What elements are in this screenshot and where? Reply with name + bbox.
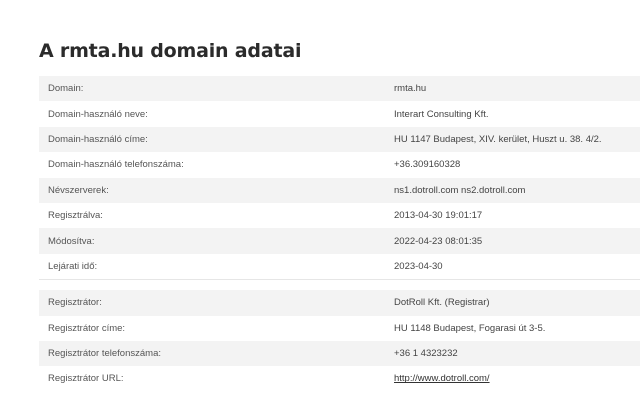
row-value: HU 1147 Budapest, XIV. kerület, Huszt u.…: [394, 133, 602, 145]
row-value: rmta.hu: [394, 83, 427, 95]
row-value: 2023-04-30: [394, 260, 443, 272]
table-row-registrar-address: Regisztrátor címe: HU 1148 Budapest, Fog…: [39, 316, 640, 341]
row-value: +36.309160328: [394, 159, 461, 171]
row-label: Regisztrátor telefonszáma:: [48, 348, 161, 360]
table-row-registrar-url: Regisztrátor URL: http://www.dotroll.com…: [39, 366, 640, 391]
row-label: Domain:: [48, 83, 84, 95]
table-row-registrar: Regisztrátor: DotRoll Kft. (Registrar): [39, 290, 640, 316]
row-value: http://www.dotroll.com/: [388, 373, 640, 384]
row-value: +36 1 4323232: [394, 348, 458, 360]
row-value: DotRoll Kft. (Registrar): [394, 297, 490, 309]
row-label: Regisztrálva:: [48, 210, 103, 222]
page-title: A rmta.hu domain adatai: [39, 40, 302, 62]
table-row-registrar-phone: Regisztrátor telefonszáma: +36 1 4323232: [39, 340, 640, 367]
domain-info-table: Domain: rmta.hu Domain-használó neve: In…: [39, 76, 640, 392]
row-value: ns1.dotroll.com ns2.dotroll.com: [394, 184, 526, 196]
row-value: 2013-04-30 19:01:17: [394, 210, 483, 222]
row-label: Domain-használó címe:: [48, 133, 148, 145]
page: A rmta.hu domain adatai Domain: rmta.hu …: [0, 0, 640, 419]
table-row-owner-name: Domain-használó neve: Interart Consultin…: [39, 101, 640, 126]
row-label: Regisztrátor címe:: [48, 322, 126, 334]
row-label: Regisztrátor URL:: [48, 373, 124, 385]
row-value: HU 1148 Budapest, Fogarasi út 3-5.: [394, 322, 546, 334]
row-label: Domain-használó neve:: [48, 108, 148, 120]
section-divider: [39, 279, 640, 290]
registrar-url-link[interactable]: http://www.dotroll.com/: [394, 373, 490, 384]
row-label: Regisztrátor:: [48, 297, 102, 309]
row-label: Domain-használó telefonszáma:: [48, 159, 184, 171]
row-value: 2022-04-23 08:01:35: [394, 235, 483, 247]
table-row-owner-phone: Domain-használó telefonszáma: +36.309160…: [39, 152, 640, 177]
table-row-owner-address: Domain-használó címe: HU 1147 Budapest, …: [39, 126, 640, 153]
table-row-registered: Regisztrálva: 2013-04-30 19:01:17: [39, 203, 640, 228]
row-label: Névszerverek:: [48, 184, 109, 196]
table-row-nameservers: Névszerverek: ns1.dotroll.com ns2.dotrol…: [39, 177, 640, 203]
row-label: Lejárati idő:: [48, 260, 98, 272]
table-row-domain: Domain: rmta.hu: [39, 76, 640, 102]
table-row-modified: Módosítva: 2022-04-23 08:01:35: [39, 228, 640, 254]
row-value: Interart Consulting Kft.: [394, 108, 489, 120]
row-label: Módosítva:: [48, 235, 95, 247]
table-row-expiry: Lejárati idő: 2023-04-30: [39, 254, 640, 279]
